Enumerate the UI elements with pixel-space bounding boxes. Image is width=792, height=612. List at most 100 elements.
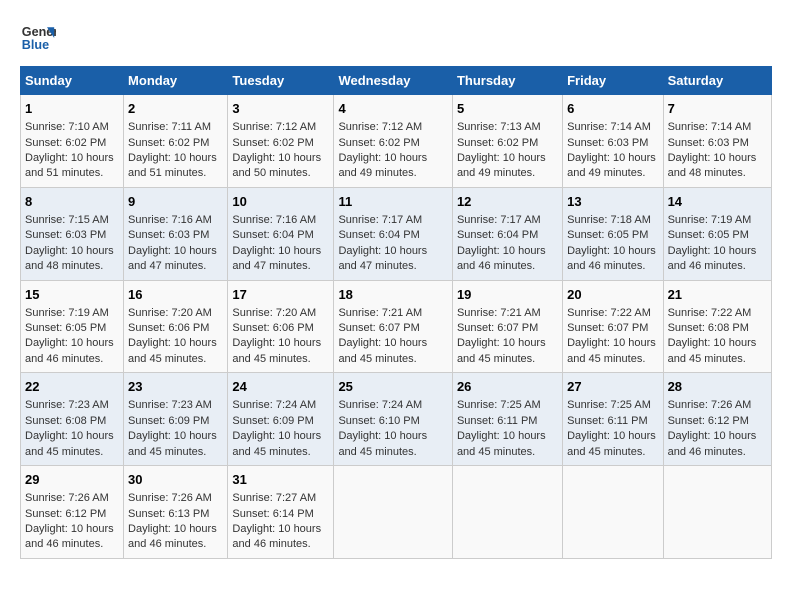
day-info: Sunrise: 7:23 AMSunset: 6:09 PMDaylight:… bbox=[128, 399, 217, 457]
day-number: 30 bbox=[128, 471, 223, 489]
day-number: 21 bbox=[668, 286, 767, 304]
day-cell: 16 Sunrise: 7:20 AMSunset: 6:06 PMDayligh… bbox=[124, 280, 228, 373]
day-number: 12 bbox=[457, 193, 558, 211]
day-cell: 27 Sunrise: 7:25 AMSunset: 6:11 PMDayligh… bbox=[563, 373, 663, 466]
day-info: Sunrise: 7:26 AMSunset: 6:12 PMDaylight:… bbox=[668, 399, 757, 457]
day-cell: 12 Sunrise: 7:17 AMSunset: 6:04 PMDayligh… bbox=[452, 187, 562, 280]
day-cell bbox=[663, 466, 771, 559]
day-info: Sunrise: 7:16 AMSunset: 6:03 PMDaylight:… bbox=[128, 214, 217, 272]
day-info: Sunrise: 7:12 AMSunset: 6:02 PMDaylight:… bbox=[338, 121, 427, 179]
day-cell: 9 Sunrise: 7:16 AMSunset: 6:03 PMDaylight… bbox=[124, 187, 228, 280]
day-number: 28 bbox=[668, 378, 767, 396]
col-header-friday: Friday bbox=[563, 67, 663, 95]
day-number: 11 bbox=[338, 193, 448, 211]
week-row-4: 22Sunrise: 7:23 AMSunset: 6:08 PMDayligh… bbox=[21, 373, 772, 466]
day-cell: 31 Sunrise: 7:27 AMSunset: 6:14 PMDayligh… bbox=[228, 466, 334, 559]
day-number: 26 bbox=[457, 378, 558, 396]
day-number: 9 bbox=[128, 193, 223, 211]
day-info: Sunrise: 7:14 AMSunset: 6:03 PMDaylight:… bbox=[567, 121, 656, 179]
day-cell: 7Sunrise: 7:14 AMSunset: 6:03 PMDaylight… bbox=[663, 95, 771, 188]
day-info: Sunrise: 7:23 AMSunset: 6:08 PMDaylight:… bbox=[25, 399, 114, 457]
day-info: Sunrise: 7:24 AMSunset: 6:09 PMDaylight:… bbox=[232, 399, 321, 457]
day-cell: 18Sunrise: 7:21 AMSunset: 6:07 PMDayligh… bbox=[334, 280, 453, 373]
day-info: Sunrise: 7:17 AMSunset: 6:04 PMDaylight:… bbox=[457, 214, 546, 272]
col-header-sunday: Sunday bbox=[21, 67, 124, 95]
day-number: 13 bbox=[567, 193, 658, 211]
day-info: Sunrise: 7:14 AMSunset: 6:03 PMDaylight:… bbox=[668, 121, 757, 179]
week-row-3: 15 Sunrise: 7:19 AMSunset: 6:05 PMDayligh… bbox=[21, 280, 772, 373]
day-number: 14 bbox=[668, 193, 767, 211]
day-number: 29 bbox=[25, 471, 119, 489]
day-cell: 23 Sunrise: 7:23 AMSunset: 6:09 PMDayligh… bbox=[124, 373, 228, 466]
day-cell: 3 Sunrise: 7:12 AMSunset: 6:02 PMDaylight… bbox=[228, 95, 334, 188]
col-header-tuesday: Tuesday bbox=[228, 67, 334, 95]
day-number: 25 bbox=[338, 378, 448, 396]
day-cell: 5 Sunrise: 7:13 AMSunset: 6:02 PMDaylight… bbox=[452, 95, 562, 188]
day-info: Sunrise: 7:26 AMSunset: 6:12 PMDaylight:… bbox=[25, 492, 114, 550]
day-cell: 25 Sunrise: 7:24 AMSunset: 6:10 PMDayligh… bbox=[334, 373, 453, 466]
day-cell: 19 Sunrise: 7:21 AMSunset: 6:07 PMDayligh… bbox=[452, 280, 562, 373]
day-cell: 30Sunrise: 7:26 AMSunset: 6:13 PMDayligh… bbox=[124, 466, 228, 559]
calendar-table: SundayMondayTuesdayWednesdayThursdayFrid… bbox=[20, 66, 772, 559]
day-info: Sunrise: 7:19 AMSunset: 6:05 PMDaylight:… bbox=[25, 307, 114, 365]
logo: General Blue bbox=[20, 20, 56, 56]
day-cell: 11 Sunrise: 7:17 AMSunset: 6:04 PMDayligh… bbox=[334, 187, 453, 280]
header: General Blue bbox=[20, 20, 772, 56]
day-info: Sunrise: 7:25 AMSunset: 6:11 PMDaylight:… bbox=[567, 399, 656, 457]
day-info: Sunrise: 7:13 AMSunset: 6:02 PMDaylight:… bbox=[457, 121, 546, 179]
day-cell: 24Sunrise: 7:24 AMSunset: 6:09 PMDayligh… bbox=[228, 373, 334, 466]
day-info: Sunrise: 7:25 AMSunset: 6:11 PMDaylight:… bbox=[457, 399, 546, 457]
day-number: 17 bbox=[232, 286, 329, 304]
header-row: SundayMondayTuesdayWednesdayThursdayFrid… bbox=[21, 67, 772, 95]
day-info: Sunrise: 7:21 AMSunset: 6:07 PMDaylight:… bbox=[338, 307, 427, 365]
day-number: 20 bbox=[567, 286, 658, 304]
day-info: Sunrise: 7:22 AMSunset: 6:07 PMDaylight:… bbox=[567, 307, 656, 365]
day-number: 16 bbox=[128, 286, 223, 304]
day-cell: 22Sunrise: 7:23 AMSunset: 6:08 PMDayligh… bbox=[21, 373, 124, 466]
day-cell: 28 Sunrise: 7:26 AMSunset: 6:12 PMDayligh… bbox=[663, 373, 771, 466]
day-info: Sunrise: 7:27 AMSunset: 6:14 PMDaylight:… bbox=[232, 492, 321, 550]
day-info: Sunrise: 7:12 AMSunset: 6:02 PMDaylight:… bbox=[232, 121, 321, 179]
day-cell: 1Sunrise: 7:10 AMSunset: 6:02 PMDaylight… bbox=[21, 95, 124, 188]
day-info: Sunrise: 7:24 AMSunset: 6:10 PMDaylight:… bbox=[338, 399, 427, 457]
day-info: Sunrise: 7:17 AMSunset: 6:04 PMDaylight:… bbox=[338, 214, 427, 272]
day-number: 1 bbox=[25, 100, 119, 118]
day-number: 5 bbox=[457, 100, 558, 118]
day-info: Sunrise: 7:20 AMSunset: 6:06 PMDaylight:… bbox=[128, 307, 217, 365]
week-row-1: 1Sunrise: 7:10 AMSunset: 6:02 PMDaylight… bbox=[21, 95, 772, 188]
day-cell: 14 Sunrise: 7:19 AMSunset: 6:05 PMDayligh… bbox=[663, 187, 771, 280]
day-cell: 15 Sunrise: 7:19 AMSunset: 6:05 PMDayligh… bbox=[21, 280, 124, 373]
day-number: 8 bbox=[25, 193, 119, 211]
day-info: Sunrise: 7:18 AMSunset: 6:05 PMDaylight:… bbox=[567, 214, 656, 272]
day-cell: 10 Sunrise: 7:16 AMSunset: 6:04 PMDayligh… bbox=[228, 187, 334, 280]
col-header-saturday: Saturday bbox=[663, 67, 771, 95]
day-number: 31 bbox=[232, 471, 329, 489]
day-info: Sunrise: 7:11 AMSunset: 6:02 PMDaylight:… bbox=[128, 121, 217, 179]
day-number: 10 bbox=[232, 193, 329, 211]
day-cell: 4 Sunrise: 7:12 AMSunset: 6:02 PMDaylight… bbox=[334, 95, 453, 188]
day-cell bbox=[452, 466, 562, 559]
week-row-5: 29 Sunrise: 7:26 AMSunset: 6:12 PMDayligh… bbox=[21, 466, 772, 559]
day-number: 19 bbox=[457, 286, 558, 304]
col-header-wednesday: Wednesday bbox=[334, 67, 453, 95]
day-cell: 13 Sunrise: 7:18 AMSunset: 6:05 PMDayligh… bbox=[563, 187, 663, 280]
col-header-monday: Monday bbox=[124, 67, 228, 95]
day-number: 4 bbox=[338, 100, 448, 118]
day-cell: 6 Sunrise: 7:14 AMSunset: 6:03 PMDaylight… bbox=[563, 95, 663, 188]
day-info: Sunrise: 7:21 AMSunset: 6:07 PMDaylight:… bbox=[457, 307, 546, 365]
day-info: Sunrise: 7:19 AMSunset: 6:05 PMDaylight:… bbox=[668, 214, 757, 272]
week-row-2: 8 Sunrise: 7:15 AMSunset: 6:03 PMDaylight… bbox=[21, 187, 772, 280]
day-info: Sunrise: 7:16 AMSunset: 6:04 PMDaylight:… bbox=[232, 214, 321, 272]
day-number: 27 bbox=[567, 378, 658, 396]
logo-icon: General Blue bbox=[20, 20, 56, 56]
svg-text:Blue: Blue bbox=[22, 38, 49, 52]
day-number: 23 bbox=[128, 378, 223, 396]
day-number: 3 bbox=[232, 100, 329, 118]
day-cell: 29 Sunrise: 7:26 AMSunset: 6:12 PMDayligh… bbox=[21, 466, 124, 559]
day-cell: 21Sunrise: 7:22 AMSunset: 6:08 PMDayligh… bbox=[663, 280, 771, 373]
day-info: Sunrise: 7:15 AMSunset: 6:03 PMDaylight:… bbox=[25, 214, 114, 272]
day-number: 15 bbox=[25, 286, 119, 304]
day-info: Sunrise: 7:20 AMSunset: 6:06 PMDaylight:… bbox=[232, 307, 321, 365]
day-number: 6 bbox=[567, 100, 658, 118]
day-cell: 26 Sunrise: 7:25 AMSunset: 6:11 PMDayligh… bbox=[452, 373, 562, 466]
